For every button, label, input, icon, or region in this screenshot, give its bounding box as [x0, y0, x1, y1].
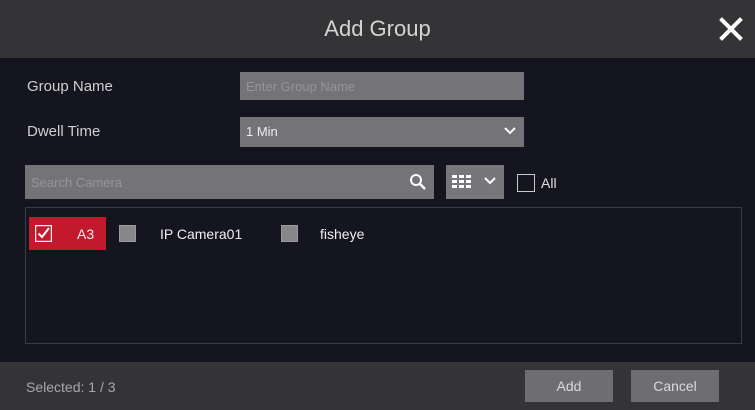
cancel-button[interactable]: Cancel	[631, 370, 719, 402]
camera-name: A3	[77, 226, 95, 242]
camera-list: A3 IP Camera01 fisheye	[25, 207, 742, 344]
group-name-input[interactable]	[240, 72, 524, 100]
search-icon[interactable]	[408, 172, 428, 192]
camera-checkbox[interactable]	[119, 225, 136, 242]
dialog-footer: Selected: 1 / 3 Add Cancel	[0, 362, 755, 410]
close-icon[interactable]	[716, 14, 746, 44]
view-mode-dropdown[interactable]	[446, 165, 504, 199]
camera-checkbox[interactable]	[281, 225, 298, 242]
dwell-time-label: Dwell Time	[27, 123, 101, 140]
select-all-label: All	[541, 175, 557, 191]
camera-item-a3[interactable]: A3	[29, 217, 106, 250]
camera-item-fisheye[interactable]: fisheye	[276, 217, 386, 250]
add-group-dialog: Add Group Group Name Dwell Time 1 Min	[0, 0, 755, 410]
group-name-label: Group Name	[27, 78, 113, 95]
grid-view-icon	[452, 175, 471, 188]
select-all-checkbox[interactable]	[517, 174, 535, 192]
search-camera-input[interactable]	[25, 165, 434, 199]
selected-count: Selected: 1 / 3	[26, 379, 116, 395]
dialog-title: Add Group	[324, 16, 431, 41]
add-button[interactable]: Add	[525, 370, 613, 402]
camera-name: IP Camera01	[160, 226, 243, 242]
dwell-time-select[interactable]: 1 Min	[240, 117, 524, 147]
chevron-down-icon	[484, 177, 496, 185]
camera-item-ip-camera01[interactable]: IP Camera01	[114, 217, 274, 250]
dialog-titlebar: Add Group	[0, 0, 755, 58]
checkbox-checked-icon[interactable]	[35, 225, 52, 242]
camera-name: fisheye	[320, 226, 365, 242]
chevron-down-icon	[504, 127, 516, 135]
dwell-time-value: 1 Min	[246, 124, 278, 139]
